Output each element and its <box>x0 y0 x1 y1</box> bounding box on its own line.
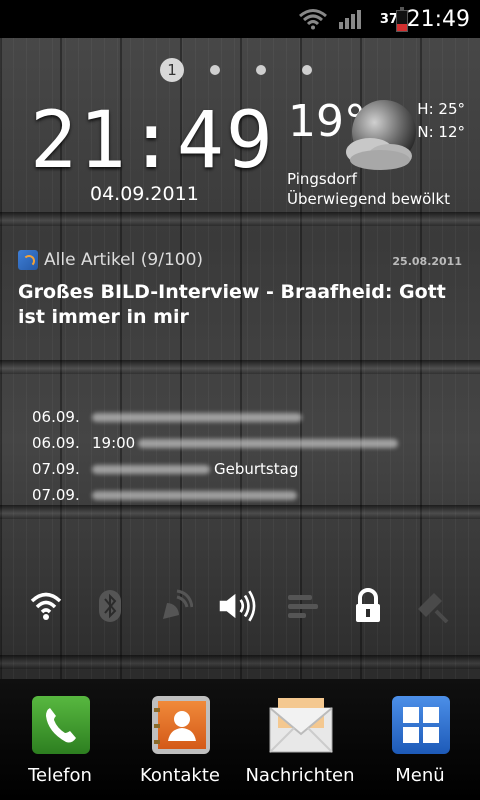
clock-time[interactable]: 21:49 <box>30 96 273 186</box>
weather-condition: Überwiegend bewölkt <box>287 190 451 208</box>
news-feed-header[interactable]: Alle Artikel (9/100) <box>18 250 203 270</box>
phone-icon <box>32 696 90 754</box>
calendar-event[interactable]: 06.09. 19:00 <box>32 430 432 456</box>
event-title: Geburtstag <box>214 460 299 478</box>
gps-toggle-icon[interactable] <box>155 586 195 626</box>
status-bar[interactable]: 37 21:49 <box>0 0 480 38</box>
messages-icon <box>269 696 333 754</box>
calendar-event[interactable]: 06.09. <box>32 404 432 430</box>
page-indicator-active[interactable]: 1 <box>160 58 184 82</box>
dock-app-nachrichten[interactable]: Nachrichten <box>245 679 355 800</box>
contacts-icon <box>152 696 210 754</box>
event-time: 19:00 <box>92 434 136 452</box>
calendar-widget[interactable]: 06.09. 06.09. 19:00 07.09. Geburtstag 07… <box>32 404 432 508</box>
brightness-toggle-icon[interactable] <box>412 586 452 626</box>
shelf-divider <box>0 360 480 374</box>
power-control-widget <box>0 586 480 626</box>
cloudy-weather-icon <box>346 100 416 170</box>
news-date: 25.08.2011 <box>392 255 462 268</box>
calendar-event[interactable]: 07.09. Geburtstag <box>32 456 432 482</box>
redacted-event-title <box>92 413 302 422</box>
redacted-event-title <box>92 491 297 500</box>
dock-label: Telefon <box>28 765 92 786</box>
page-indicator-dot[interactable] <box>210 65 220 75</box>
weather-low: N: 12° <box>417 123 465 141</box>
app-dock: Telefon Kontakte Nachrichten Menü <box>0 679 480 800</box>
sound-toggle-icon[interactable] <box>218 586 258 626</box>
signal-icon <box>339 10 361 29</box>
event-date: 06.09. <box>32 408 80 426</box>
dock-label: Nachrichten <box>245 765 355 786</box>
dock-app-menue[interactable]: Menü <box>365 679 475 800</box>
redacted-event-title <box>138 439 398 448</box>
page-indicator-dot[interactable] <box>256 65 266 75</box>
calendar-event[interactable]: 07.09. <box>32 482 432 508</box>
shelf-divider <box>0 655 480 669</box>
redacted-event-title <box>92 465 210 474</box>
dock-app-telefon[interactable]: Telefon <box>5 679 115 800</box>
rss-icon <box>18 250 38 270</box>
event-date: 06.09. <box>32 434 80 452</box>
clock-date: 04.09.2011 <box>90 183 199 205</box>
event-date: 07.09. <box>32 486 80 504</box>
sync-toggle-icon[interactable] <box>282 586 322 626</box>
wifi-icon <box>299 9 327 30</box>
event-date: 07.09. <box>32 460 80 478</box>
wifi-toggle-icon[interactable] <box>26 586 66 626</box>
weather-location: Pingsdorf <box>287 170 357 188</box>
bluetooth-toggle-icon[interactable] <box>90 586 130 626</box>
news-feed-name: Alle Artikel (9/100) <box>44 250 204 270</box>
menu-icon <box>392 696 450 754</box>
page-indicator-dot[interactable] <box>302 65 312 75</box>
news-headline[interactable]: Großes BILD-Interview - Braafheid: Gott … <box>18 280 468 330</box>
lock-toggle-icon[interactable] <box>348 586 388 626</box>
shelf-divider <box>0 212 480 226</box>
status-time: 21:49 <box>406 6 470 32</box>
home-page-indicator[interactable]: 1 <box>0 58 480 82</box>
weather-high: H: 25° <box>417 100 465 118</box>
dock-app-kontakte[interactable]: Kontakte <box>125 679 235 800</box>
dock-label: Menü <box>395 765 445 786</box>
dock-label: Kontakte <box>140 765 220 786</box>
